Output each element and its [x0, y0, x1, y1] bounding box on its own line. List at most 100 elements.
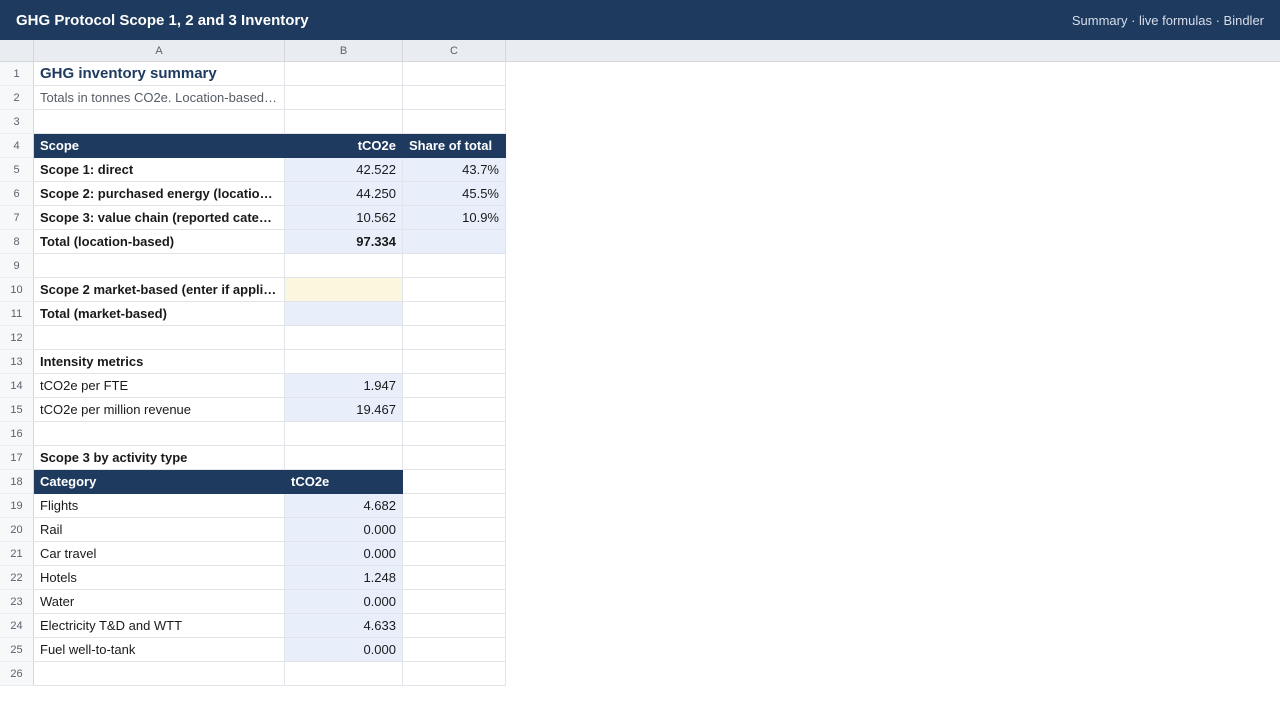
row-header[interactable]: 1	[0, 62, 34, 86]
cell-c25[interactable]	[403, 638, 506, 662]
cell-c17[interactable]	[403, 446, 506, 470]
cell-b19[interactable]: 4.682	[285, 494, 403, 518]
cell-c8[interactable]	[403, 230, 506, 254]
cell-c1[interactable]	[403, 62, 506, 86]
cell-b7[interactable]: 10.562	[285, 206, 403, 230]
cell-b18[interactable]: tCO2e	[285, 470, 403, 494]
spreadsheet-grid[interactable]: A B C 1 GHG inventory summary 2 Totals in t…	[0, 40, 1280, 720]
row-header[interactable]: 19	[0, 494, 34, 518]
cell-b11[interactable]	[285, 302, 403, 326]
cell-a22[interactable]: Hotels	[34, 566, 285, 590]
cell-c11[interactable]	[403, 302, 506, 326]
cell-a23[interactable]: Water	[34, 590, 285, 614]
select-all-corner[interactable]	[0, 40, 34, 62]
cell-b14[interactable]: 1.947	[285, 374, 403, 398]
row-header[interactable]: 16	[0, 422, 34, 446]
cell-c16[interactable]	[403, 422, 506, 446]
cell-a5[interactable]: Scope 1: direct	[34, 158, 285, 182]
row-header[interactable]: 17	[0, 446, 34, 470]
cell-a26[interactable]	[34, 662, 285, 686]
cell-c13[interactable]	[403, 350, 506, 374]
cell-b23[interactable]: 0.000	[285, 590, 403, 614]
row-header[interactable]: 22	[0, 566, 34, 590]
cell-a18[interactable]: Category	[34, 470, 285, 494]
cell-a25[interactable]: Fuel well-to-tank	[34, 638, 285, 662]
cell-c3[interactable]	[403, 110, 506, 134]
cell-c15[interactable]	[403, 398, 506, 422]
row-header[interactable]: 9	[0, 254, 34, 278]
row-header[interactable]: 8	[0, 230, 34, 254]
row-header[interactable]: 7	[0, 206, 34, 230]
cell-a20[interactable]: Rail	[34, 518, 285, 542]
row-header[interactable]: 20	[0, 518, 34, 542]
cell-b3[interactable]	[285, 110, 403, 134]
row-header[interactable]: 21	[0, 542, 34, 566]
cell-c6[interactable]: 45.5%	[403, 182, 506, 206]
row-header[interactable]: 5	[0, 158, 34, 182]
cell-c9[interactable]	[403, 254, 506, 278]
cell-a2[interactable]: Totals in tonnes CO2e. Location-based …	[34, 86, 285, 110]
cell-a8[interactable]: Total (location-based)	[34, 230, 285, 254]
column-header-c[interactable]: C	[403, 40, 506, 62]
cell-c7[interactable]: 10.9%	[403, 206, 506, 230]
row-header[interactable]: 13	[0, 350, 34, 374]
cell-a14[interactable]: tCO2e per FTE	[34, 374, 285, 398]
row-header[interactable]: 4	[0, 134, 34, 158]
cell-c23[interactable]	[403, 590, 506, 614]
cell-c24[interactable]	[403, 614, 506, 638]
row-header[interactable]: 6	[0, 182, 34, 206]
cell-b16[interactable]	[285, 422, 403, 446]
cell-a3[interactable]	[34, 110, 285, 134]
cell-b20[interactable]: 0.000	[285, 518, 403, 542]
cell-b8[interactable]: 97.334	[285, 230, 403, 254]
row-header[interactable]: 18	[0, 470, 34, 494]
row-header[interactable]: 24	[0, 614, 34, 638]
cell-b9[interactable]	[285, 254, 403, 278]
row-header[interactable]: 10	[0, 278, 34, 302]
cell-b15[interactable]: 19.467	[285, 398, 403, 422]
cell-b25[interactable]: 0.000	[285, 638, 403, 662]
cell-b24[interactable]: 4.633	[285, 614, 403, 638]
cell-c18[interactable]	[403, 470, 506, 494]
cell-c14[interactable]	[403, 374, 506, 398]
cell-a7[interactable]: Scope 3: value chain (reported catego…	[34, 206, 285, 230]
cell-b13[interactable]	[285, 350, 403, 374]
cell-a24[interactable]: Electricity T&D and WTT	[34, 614, 285, 638]
cell-a11[interactable]: Total (market-based)	[34, 302, 285, 326]
row-header[interactable]: 23	[0, 590, 34, 614]
row-header[interactable]: 15	[0, 398, 34, 422]
row-header[interactable]: 26	[0, 662, 34, 686]
cell-a4[interactable]: Scope	[34, 134, 285, 158]
cell-b21[interactable]: 0.000	[285, 542, 403, 566]
column-header-a[interactable]: A	[34, 40, 285, 62]
cell-c22[interactable]	[403, 566, 506, 590]
cell-b17[interactable]	[285, 446, 403, 470]
cell-c26[interactable]	[403, 662, 506, 686]
column-header-b[interactable]: B	[285, 40, 403, 62]
cell-c5[interactable]: 43.7%	[403, 158, 506, 182]
cell-c20[interactable]	[403, 518, 506, 542]
cell-c19[interactable]	[403, 494, 506, 518]
cell-b4[interactable]: tCO2e	[285, 134, 403, 158]
cell-c12[interactable]	[403, 326, 506, 350]
cell-b1[interactable]	[285, 62, 403, 86]
cell-c21[interactable]	[403, 542, 506, 566]
cell-b22[interactable]: 1.248	[285, 566, 403, 590]
row-header[interactable]: 2	[0, 86, 34, 110]
cell-a12[interactable]	[34, 326, 285, 350]
cell-c2[interactable]	[403, 86, 506, 110]
cell-a15[interactable]: tCO2e per million revenue	[34, 398, 285, 422]
cell-a9[interactable]	[34, 254, 285, 278]
cell-a6[interactable]: Scope 2: purchased energy (location-…	[34, 182, 285, 206]
row-header[interactable]: 14	[0, 374, 34, 398]
cell-b12[interactable]	[285, 326, 403, 350]
cell-a1[interactable]: GHG inventory summary	[34, 62, 285, 86]
cell-a21[interactable]: Car travel	[34, 542, 285, 566]
row-header[interactable]: 12	[0, 326, 34, 350]
row-header[interactable]: 11	[0, 302, 34, 326]
cell-b5[interactable]: 42.522	[285, 158, 403, 182]
cell-b10[interactable]	[285, 278, 403, 302]
cell-b2[interactable]	[285, 86, 403, 110]
cell-b6[interactable]: 44.250	[285, 182, 403, 206]
row-header[interactable]: 3	[0, 110, 34, 134]
